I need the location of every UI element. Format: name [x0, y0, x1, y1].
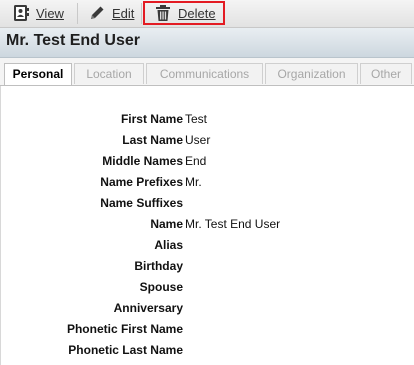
toolbar-divider [141, 3, 142, 24]
field-label: Anniversary [113, 301, 183, 315]
field-value: Mr. [185, 175, 202, 189]
field-label: Phonetic Last Name [68, 343, 183, 357]
field-value: User [185, 133, 211, 147]
tab-location[interactable]: Location [74, 63, 144, 84]
view-label: View [36, 5, 64, 21]
field-row: Anniversary [0, 301, 414, 321]
tab-communications[interactable]: Communications [146, 63, 263, 84]
field-label: Birthday [134, 259, 183, 273]
field-label: Spouse [139, 280, 183, 294]
field-row: Name Prefixes Mr. [0, 175, 414, 195]
edit-label: Edit [112, 5, 135, 21]
tab-strip: Personal Location Communications Organiz… [0, 58, 414, 85]
edit-button[interactable]: Edit [78, 1, 140, 25]
field-label: Alias [154, 238, 183, 252]
field-label: Last Name [122, 133, 183, 147]
toolbar: View Edit Delete [0, 0, 414, 28]
field-row: Middle Names End [0, 154, 414, 174]
field-row: Phonetic First Name [0, 322, 414, 342]
page-title: Mr. Test End User [6, 32, 140, 49]
field-row: Alias [0, 238, 414, 258]
field-row: Name Suffixes [0, 196, 414, 216]
field-label: First Name [120, 112, 183, 126]
pencil-icon [88, 4, 106, 22]
tab-other[interactable]: Other [360, 63, 412, 84]
delete-button[interactable]: Delete [143, 1, 225, 25]
field-label: Middle Names [102, 154, 183, 168]
field-value: Mr. Test End User [185, 217, 281, 231]
tab-organization[interactable]: Organization [265, 63, 358, 84]
field-value: Test [185, 112, 208, 126]
trash-icon [154, 4, 172, 22]
field-row: Phonetic Last Name [0, 343, 414, 363]
delete-label: Delete [178, 5, 216, 21]
address-book-icon [12, 4, 30, 22]
record-title-bar: Mr. Test End User [0, 28, 414, 58]
field-row: Spouse [0, 280, 414, 300]
field-row: First Name Test [0, 112, 414, 132]
field-row: Birthday [0, 259, 414, 279]
tab-personal[interactable]: Personal [4, 63, 72, 85]
field-row: Last Name User [0, 133, 414, 153]
field-label: Name Suffixes [100, 196, 183, 210]
view-button[interactable]: View [2, 1, 76, 25]
field-value: End [185, 154, 207, 168]
field-label: Name Prefixes [100, 175, 183, 189]
field-row: Name Mr. Test End User [0, 217, 414, 237]
field-label: Phonetic First Name [66, 322, 183, 336]
field-label: Name [150, 217, 183, 231]
